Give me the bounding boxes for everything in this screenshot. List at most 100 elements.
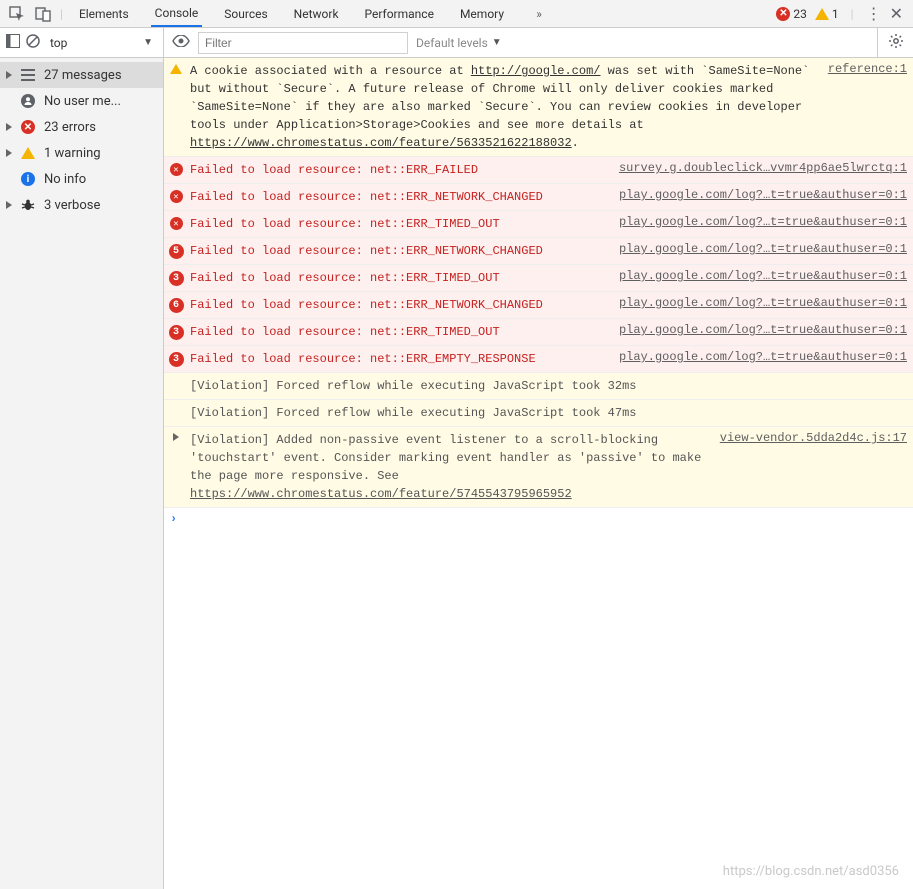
- console-message-error[interactable]: ✕ Failed to load resource: net::ERR_NETW…: [164, 184, 913, 211]
- message-source[interactable]: survey.g.doubleclick…vvmr4pp6ae5lwrctq:1: [607, 161, 907, 175]
- tab-performance[interactable]: Performance: [361, 1, 438, 26]
- tab-sources[interactable]: Sources: [220, 1, 271, 26]
- message-source[interactable]: reference:1: [816, 62, 907, 76]
- devtools-tabbar: | Elements Console Sources Network Perfo…: [0, 0, 913, 28]
- message-text: Failed to load resource: net::ERR_TIMED_…: [190, 269, 601, 287]
- console-message-verbose[interactable]: [Violation] Added non-passive event list…: [164, 427, 913, 508]
- sidebar-item-warnings[interactable]: 1 warning: [0, 140, 163, 166]
- repeat-count-icon: 5: [168, 242, 184, 259]
- message-source[interactable]: play.google.com/log?…t=true&authuser=0:1: [607, 350, 907, 364]
- message-source[interactable]: play.google.com/log?…t=true&authuser=0:1: [607, 242, 907, 256]
- console-sidebar: 27 messages No user me... ✕ 23 errors 1 …: [0, 58, 164, 889]
- sidebar-item-errors[interactable]: ✕ 23 errors: [0, 114, 163, 140]
- tab-elements[interactable]: Elements: [75, 1, 133, 26]
- message-source[interactable]: play.google.com/log?…t=true&authuser=0:1: [607, 188, 907, 202]
- message-text: Failed to load resource: net::ERR_EMPTY_…: [190, 350, 601, 368]
- message-text: Failed to load resource: net::ERR_FAILED: [190, 161, 601, 179]
- error-icon: ✕: [168, 215, 184, 230]
- warn-icon: [20, 145, 36, 161]
- watermark: https://blog.csdn.net/asd0356: [723, 864, 899, 879]
- error-icon: ✕: [168, 188, 184, 203]
- separator: |: [847, 7, 858, 21]
- console-message-error[interactable]: 6 Failed to load resource: net::ERR_NETW…: [164, 292, 913, 319]
- chevron-down-icon: ▼: [143, 37, 153, 48]
- tab-network[interactable]: Network: [290, 1, 343, 26]
- sidebar-label: 27 messages: [44, 68, 122, 83]
- error-count-badge[interactable]: ✕ 23: [776, 7, 807, 21]
- close-devtools-icon[interactable]: ✕: [890, 4, 903, 23]
- sidebar-item-messages[interactable]: 27 messages: [0, 62, 163, 88]
- sidebar-label: 23 errors: [44, 120, 96, 135]
- expand-icon: [6, 71, 12, 79]
- message-text: Failed to load resource: net::ERR_NETWOR…: [190, 242, 601, 260]
- console-message-error[interactable]: 3 Failed to load resource: net::ERR_EMPT…: [164, 346, 913, 373]
- message-source[interactable]: play.google.com/log?…t=true&authuser=0:1: [607, 215, 907, 229]
- console-message-error[interactable]: 5 Failed to load resource: net::ERR_NETW…: [164, 238, 913, 265]
- sidebar-item-verbose[interactable]: 3 verbose: [0, 192, 163, 218]
- kebab-menu-icon[interactable]: ⋮: [866, 4, 882, 23]
- message-text: Failed to load resource: net::ERR_TIMED_…: [190, 215, 601, 233]
- warn-count-badge[interactable]: 1: [815, 7, 839, 21]
- console-prompt[interactable]: ›: [164, 508, 913, 530]
- sidebar-item-info[interactable]: i No info: [0, 166, 163, 192]
- error-icon: ✕: [20, 119, 36, 135]
- bug-icon: [20, 197, 36, 213]
- levels-label: Default levels: [416, 36, 488, 50]
- levels-dropdown[interactable]: Default levels ▼: [416, 36, 502, 50]
- clear-console-icon[interactable]: [26, 34, 40, 51]
- console-message-warn[interactable]: A cookie associated with a resource at h…: [164, 58, 913, 157]
- more-tabs-icon[interactable]: »: [526, 1, 552, 27]
- context-selector[interactable]: top ▼: [46, 32, 157, 54]
- message-source[interactable]: view-vendor.5dda2d4c.js:17: [708, 431, 907, 445]
- message-text: A cookie associated with a resource at h…: [190, 62, 810, 152]
- info-icon: i: [20, 171, 36, 187]
- chevron-down-icon: ▼: [492, 37, 502, 48]
- inspect-element-icon[interactable]: [4, 1, 30, 27]
- expand-icon: [6, 123, 12, 131]
- console-message-violation[interactable]: [Violation] Forced reflow while executin…: [164, 373, 913, 400]
- blank-icon: [168, 377, 184, 379]
- message-text: [Violation] Forced reflow while executin…: [190, 404, 907, 422]
- console-message-violation[interactable]: [Violation] Forced reflow while executin…: [164, 400, 913, 427]
- sidebar-item-user[interactable]: No user me...: [0, 88, 163, 114]
- console-message-error[interactable]: ✕ Failed to load resource: net::ERR_TIME…: [164, 211, 913, 238]
- message-source[interactable]: play.google.com/log?…t=true&authuser=0:1: [607, 323, 907, 337]
- message-source[interactable]: play.google.com/log?…t=true&authuser=0:1: [607, 269, 907, 283]
- error-icon: ✕: [776, 7, 790, 21]
- sidebar-label: No user me...: [44, 94, 121, 109]
- sidebar-toggle-icon[interactable]: [6, 34, 20, 51]
- tab-memory[interactable]: Memory: [456, 1, 508, 26]
- settings-gear-icon[interactable]: [888, 33, 904, 52]
- console-toolbar: top ▼ Default levels ▼: [0, 28, 913, 58]
- link[interactable]: http://google.com/: [471, 64, 601, 78]
- expand-icon: [6, 201, 12, 209]
- console-message-error[interactable]: 3 Failed to load resource: net::ERR_TIME…: [164, 319, 913, 346]
- repeat-count-icon: 3: [168, 269, 184, 286]
- error-icon: ✕: [168, 161, 184, 176]
- separator: |: [56, 7, 67, 21]
- warn-count: 1: [832, 7, 839, 21]
- message-source[interactable]: play.google.com/log?…t=true&authuser=0:1: [607, 296, 907, 310]
- link[interactable]: https://www.chromestatus.com/feature/563…: [190, 136, 572, 150]
- tab-console[interactable]: Console: [151, 0, 203, 27]
- sidebar-label: 3 verbose: [44, 198, 100, 213]
- device-toggle-icon[interactable]: [30, 1, 56, 27]
- link[interactable]: https://www.chromestatus.com/feature/574…: [190, 487, 572, 501]
- filter-input[interactable]: [198, 32, 408, 54]
- repeat-count-icon: 6: [168, 296, 184, 313]
- expand-icon[interactable]: [168, 431, 184, 441]
- console-message-error[interactable]: ✕ Failed to load resource: net::ERR_FAIL…: [164, 157, 913, 184]
- sidebar-label: No info: [44, 172, 86, 187]
- message-text: Failed to load resource: net::ERR_NETWOR…: [190, 188, 601, 206]
- warn-icon: [815, 8, 829, 20]
- prompt-caret-icon: ›: [170, 512, 177, 526]
- warn-icon: [168, 62, 184, 74]
- message-text: Failed to load resource: net::ERR_NETWOR…: [190, 296, 601, 314]
- console-message-error[interactable]: 3 Failed to load resource: net::ERR_TIME…: [164, 265, 913, 292]
- context-value: top: [50, 36, 67, 50]
- expand-icon: [6, 149, 12, 157]
- live-expression-icon[interactable]: [172, 35, 190, 50]
- repeat-count-icon: 3: [168, 350, 184, 367]
- console-output: A cookie associated with a resource at h…: [164, 58, 913, 889]
- blank-icon: [168, 404, 184, 406]
